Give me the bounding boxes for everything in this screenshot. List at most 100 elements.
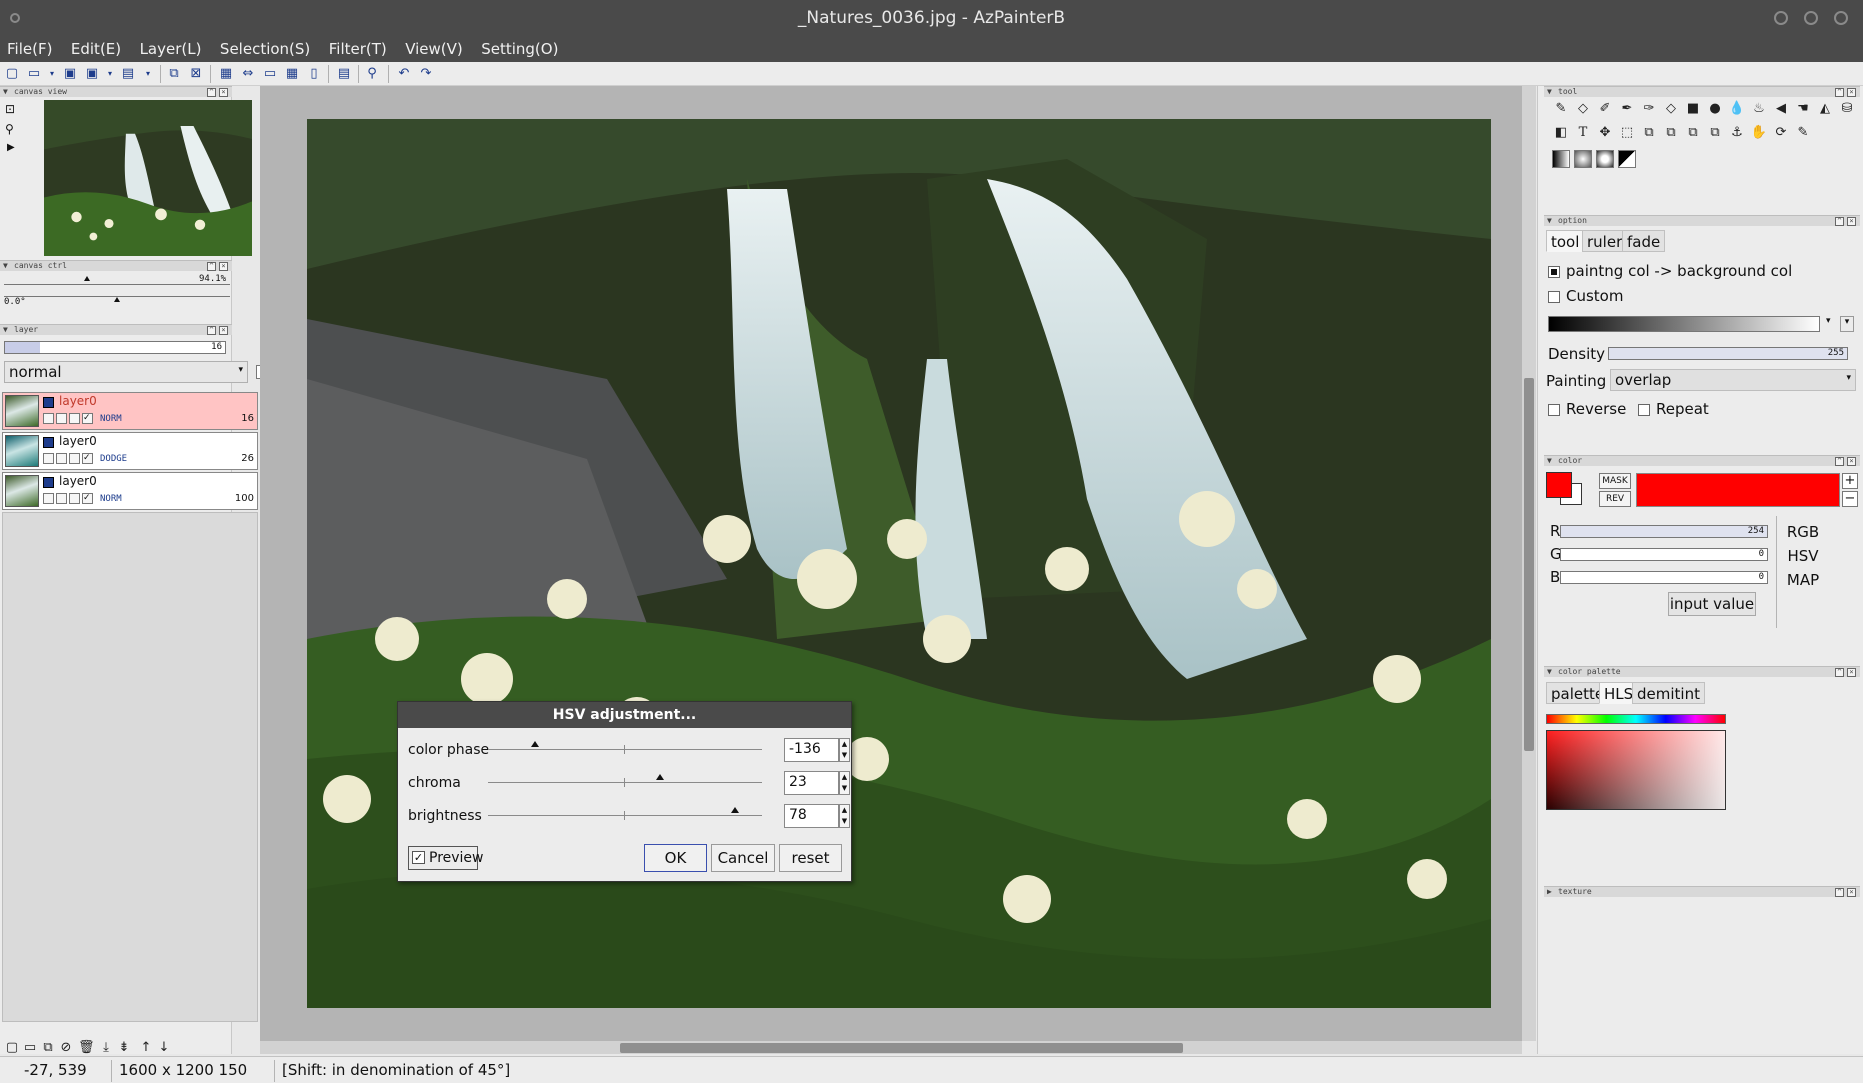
gradient-circle-icon[interactable] [1596, 150, 1614, 168]
copy-rect-icon[interactable]: ⧉ [1640, 124, 1658, 142]
combine-icon[interactable]: ⇟ [116, 1040, 132, 1056]
reverse-checkbox[interactable] [1548, 404, 1560, 416]
float-icon[interactable]: ^ [1835, 668, 1844, 677]
tab-ruler[interactable]: ruler [1582, 230, 1628, 252]
brightness-input[interactable]: 78 [784, 804, 839, 828]
float-icon[interactable]: ^ [207, 326, 216, 335]
spin-buttons[interactable]: ▲ ▼ [839, 804, 850, 828]
dropdown-icon[interactable]: ▾ [102, 66, 118, 82]
airbrush-icon[interactable]: ✒ [1618, 100, 1636, 118]
horizontal-scrollbar-thumb[interactable] [620, 1043, 1183, 1053]
gradient-icon[interactable]: ◧ [1552, 124, 1570, 142]
hls-color-grid[interactable] [1546, 730, 1726, 810]
lock-icon[interactable] [43, 413, 54, 424]
fit-width-icon[interactable]: ⇔ [240, 66, 256, 82]
hue-bar[interactable] [1546, 714, 1726, 724]
slider-knob[interactable] [656, 774, 664, 780]
close-panel-icon[interactable]: × [219, 262, 228, 271]
maximize-icon[interactable] [1804, 11, 1818, 25]
reset-button[interactable]: reset [779, 844, 842, 872]
chroma-input[interactable]: 23 [784, 771, 839, 795]
crop-icon[interactable]: ⧉ [166, 66, 182, 82]
export-icon[interactable]: ▤ [120, 66, 136, 82]
hand-icon[interactable]: ✋ [1750, 124, 1768, 142]
spin-buttons[interactable]: ▲ ▼ [839, 738, 850, 762]
green-slider[interactable]: 0 [1560, 548, 1768, 561]
collapse-icon[interactable]: ▼ [3, 325, 8, 335]
menu-edit[interactable]: Edit(E) [57, 36, 121, 58]
close-icon[interactable] [1834, 11, 1848, 25]
dropdown-icon[interactable]: ▾ [44, 66, 60, 82]
float-icon[interactable]: ^ [1835, 88, 1844, 97]
cancel-button[interactable]: Cancel [711, 844, 775, 872]
square-icon[interactable]: ■ [1684, 100, 1702, 118]
zoom-icon[interactable]: ⚲ [5, 122, 14, 136]
slider-knob[interactable] [731, 807, 739, 813]
custom-checkbox[interactable] [1548, 291, 1560, 303]
window-layout-icon[interactable]: ▭ [262, 66, 278, 82]
zoom-icon[interactable]: ⚲ [364, 66, 380, 82]
merge-down-icon[interactable]: ⤓ [98, 1040, 114, 1056]
layer-row[interactable]: layer0 ✓ NORM 16 [2, 392, 258, 430]
preview-checkbox[interactable]: ✓ Preview [408, 846, 484, 870]
close-panel-icon[interactable]: × [219, 88, 228, 97]
gradient-mode-radio[interactable] [1548, 266, 1560, 278]
rotate-box-icon[interactable]: ⧉ [1684, 124, 1702, 142]
rgb-mode-button[interactable]: RGB [1782, 522, 1824, 544]
dodge-icon[interactable]: ✑ [1640, 100, 1658, 118]
zoom-slider[interactable]: 94.1% [4, 274, 230, 288]
gradient-preview[interactable] [1548, 316, 1820, 332]
table-icon[interactable]: ▦ [284, 66, 300, 82]
repeat-checkbox[interactable] [1638, 404, 1650, 416]
move-down-icon[interactable]: ↓ [156, 1040, 172, 1056]
canvas-preview-thumbnail[interactable] [44, 100, 252, 256]
brightness-slider[interactable] [488, 815, 762, 816]
tab-tool[interactable]: tool [1546, 230, 1585, 252]
open-file-icon[interactable]: ▭ [26, 66, 42, 82]
lock-alpha-icon[interactable] [56, 453, 67, 464]
undo-icon[interactable]: ↶ [396, 66, 412, 82]
clear-layer-icon[interactable]: ⊘ [58, 1040, 74, 1056]
expand-icon[interactable]: ▶ [1547, 887, 1552, 897]
input-value-button[interactable]: input value [1668, 592, 1756, 616]
rotate-slider[interactable]: 0.0° [4, 296, 230, 308]
foreground-color-swatch[interactable] [1546, 472, 1572, 498]
float-icon[interactable]: ^ [207, 262, 216, 271]
minimize-icon[interactable] [1774, 11, 1788, 25]
stamp-icon[interactable]: ⚓ [1728, 124, 1746, 142]
collapse-icon[interactable]: ▼ [1547, 87, 1552, 97]
check-icon[interactable]: ✓ [82, 453, 93, 464]
new-file-icon[interactable]: ▢ [4, 66, 20, 82]
clip-icon[interactable] [69, 413, 80, 424]
remove-icon[interactable]: − [1842, 491, 1858, 507]
tab-fade[interactable]: fade [1622, 230, 1666, 252]
menu-layer[interactable]: Layer(L) [126, 36, 202, 58]
layer-visible-checkbox[interactable] [43, 397, 54, 408]
color-phase-slider[interactable] [488, 749, 762, 750]
collapse-icon[interactable]: ▼ [1547, 667, 1552, 677]
lock-icon[interactable] [43, 453, 54, 464]
gradient-box-icon[interactable] [1618, 150, 1636, 168]
redo-icon[interactable]: ↷ [418, 66, 434, 82]
close-panel-icon[interactable]: × [1847, 888, 1856, 897]
ok-button[interactable]: OK [644, 844, 707, 872]
float-icon[interactable]: ^ [1835, 457, 1844, 466]
collapse-icon[interactable]: ▼ [3, 261, 8, 271]
brush-icon[interactable]: ◇ [1574, 100, 1592, 118]
close-panel-icon[interactable]: × [1847, 668, 1856, 677]
layer-visible-checkbox[interactable] [43, 477, 54, 488]
blue-slider[interactable]: 0 [1560, 571, 1768, 584]
text-icon[interactable]: T [1574, 124, 1592, 142]
painting-select[interactable]: overlap ▾ [1610, 369, 1856, 391]
menu-selection[interactable]: Selection(S) [206, 36, 310, 58]
menu-filter[interactable]: Filter(T) [315, 36, 387, 58]
move-icon[interactable]: ✥ [1596, 124, 1614, 142]
menu-setting[interactable]: Setting(O) [467, 36, 558, 58]
arrow-icon[interactable]: ◀ [1772, 100, 1790, 118]
gradient-radial-icon[interactable] [1574, 150, 1592, 168]
map-mode-button[interactable]: MAP [1782, 570, 1824, 592]
layer-visible-checkbox[interactable] [43, 437, 54, 448]
close-panel-icon[interactable]: × [1847, 457, 1856, 466]
mask-button[interactable]: MASK [1599, 473, 1631, 489]
lock-icon[interactable] [43, 493, 54, 504]
